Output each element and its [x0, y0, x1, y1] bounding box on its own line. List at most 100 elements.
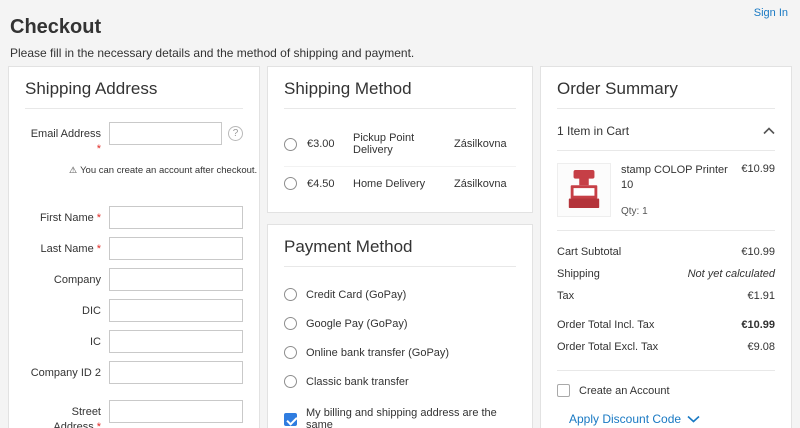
email-note-text: You can create an account after checkout…: [80, 165, 257, 176]
total-value: Not yet calculated: [688, 268, 775, 280]
shipping-method-title: Shipping Method: [284, 79, 516, 109]
company-label-text: Company: [54, 274, 101, 286]
product-qty: Qty: 1: [621, 206, 775, 217]
billing-same-label: My billing and shipping address are the …: [306, 407, 516, 428]
form-field-ic: IC: [25, 330, 243, 353]
create-account-row[interactable]: Create an Account: [557, 371, 775, 399]
company-input[interactable]: [109, 268, 243, 291]
form-field-company: Company: [25, 268, 243, 291]
total-value: €1.91: [747, 290, 775, 302]
ic-label-text: IC: [90, 336, 101, 348]
methods-column: Shipping Method €3.00 Pickup Point Deliv…: [267, 66, 533, 428]
radio-icon[interactable]: [284, 375, 297, 388]
first-name-input[interactable]: [109, 206, 243, 229]
total-row-incl-tax: Order Total Incl. Tax €10.99: [557, 314, 775, 336]
email-label: Email Address *: [25, 122, 101, 157]
total-label: Cart Subtotal: [557, 246, 621, 258]
radio-icon[interactable]: [284, 317, 297, 330]
total-value: €9.08: [747, 341, 775, 353]
street-address-input[interactable]: [109, 400, 243, 423]
shipping-address-title: Shipping Address: [25, 79, 243, 109]
cart-items-toggle[interactable]: 1 Item in Cart: [557, 122, 775, 151]
dic-input[interactable]: [109, 299, 243, 322]
cart-items-count: 1 Item in Cart: [557, 124, 629, 138]
payment-option-label: Classic bank transfer: [306, 376, 409, 388]
ic-input[interactable]: [109, 330, 243, 353]
product-price: €10.99: [741, 163, 775, 193]
total-value: €10.99: [741, 246, 775, 258]
form-field-last-name: Last Name*: [25, 237, 243, 260]
shipping-option-price: €3.00: [307, 138, 353, 150]
help-icon[interactable]: ?: [228, 126, 243, 141]
payment-method-panel: Payment Method Credit Card (GoPay) Googl…: [267, 224, 533, 428]
required-marker: *: [28, 142, 101, 157]
shipping-option-carrier: Zásilkovna: [454, 138, 516, 150]
last-name-input[interactable]: [109, 237, 243, 260]
product-top-row: stamp COLOP Printer 10 €10.99: [621, 163, 775, 193]
payment-option-label: Google Pay (GoPay): [306, 318, 408, 330]
total-label: Order Total Incl. Tax: [557, 319, 654, 331]
apply-discount-link[interactable]: Apply Discount Code: [569, 412, 775, 426]
billing-same-row[interactable]: My billing and shipping address are the …: [284, 407, 516, 428]
page-title: Checkout: [10, 16, 790, 39]
total-row-subtotal: Cart Subtotal €10.99: [557, 241, 775, 263]
ic-label: IC: [25, 330, 101, 350]
dic-label: DIC: [25, 299, 101, 319]
company-id-2-label-text: Company ID 2: [31, 367, 101, 379]
radio-icon[interactable]: [284, 138, 297, 151]
email-label-text: Email Address: [31, 128, 101, 140]
radio-icon[interactable]: [284, 288, 297, 301]
shipping-option-home-delivery[interactable]: €4.50 Home Delivery Zásilkovna: [284, 167, 516, 200]
total-row-shipping: Shipping Not yet calculated: [557, 263, 775, 285]
warning-icon: ⚠: [69, 165, 77, 175]
payment-option-online-bank-transfer[interactable]: Online bank transfer (GoPay): [284, 338, 516, 367]
shipping-option-carrier: Zásilkovna: [454, 178, 516, 190]
email-input[interactable]: [109, 122, 222, 145]
stamp-image: [565, 168, 603, 212]
billing-same-checkbox[interactable]: [284, 413, 297, 426]
email-note: ⚠You can create an account after checkou…: [69, 165, 243, 176]
create-account-label: Create an Account: [579, 385, 670, 397]
cart-item-row: stamp COLOP Printer 10 €10.99 Qty: 1: [557, 151, 775, 231]
shipping-address-panel: Shipping Address Email Address * ? ⚠You c…: [8, 66, 260, 428]
shipping-option-price: €4.50: [307, 178, 353, 190]
form-field-first-name: First Name*: [25, 206, 243, 229]
product-thumbnail: [557, 163, 611, 217]
street-address-label: Street Address*: [25, 400, 101, 428]
page-header: Checkout Please fill in the necessary de…: [0, 16, 800, 66]
email-input-wrap: ?: [109, 122, 243, 145]
apply-discount-label: Apply Discount Code: [569, 412, 681, 426]
shipping-option-pickup-point[interactable]: €3.00 Pickup Point Delivery Zásilkovna: [284, 122, 516, 167]
page-subtitle: Please fill in the necessary details and…: [10, 46, 790, 60]
total-row-excl-tax: Order Total Excl. Tax €9.08: [557, 336, 775, 358]
payment-option-label: Credit Card (GoPay): [306, 289, 406, 301]
total-label: Tax: [557, 290, 574, 302]
top-bar: Sign In: [0, 0, 800, 15]
total-row-tax: Tax €1.91: [557, 285, 775, 307]
form-field-dic: DIC: [25, 299, 243, 322]
required-marker: *: [97, 243, 101, 255]
total-label: Shipping: [557, 268, 600, 280]
company-id-2-input[interactable]: [109, 361, 243, 384]
radio-icon[interactable]: [284, 346, 297, 359]
shipping-method-panel: Shipping Method €3.00 Pickup Point Deliv…: [267, 66, 533, 213]
last-name-label-text: Last Name: [41, 243, 94, 255]
order-summary-title: Order Summary: [557, 79, 775, 109]
payment-option-credit-card[interactable]: Credit Card (GoPay): [284, 280, 516, 309]
radio-icon[interactable]: [284, 177, 297, 190]
chevron-up-icon[interactable]: [763, 124, 775, 138]
payment-option-google-pay[interactable]: Google Pay (GoPay): [284, 309, 516, 338]
chevron-down-icon: [687, 412, 700, 426]
payment-option-classic-bank-transfer[interactable]: Classic bank transfer: [284, 367, 516, 396]
required-marker: *: [97, 212, 101, 224]
shipping-option-method: Pickup Point Delivery: [353, 132, 454, 156]
sign-in-link[interactable]: Sign In: [754, 7, 788, 19]
first-name-label: First Name*: [25, 206, 101, 226]
street-address-label-text: Street Address: [53, 406, 101, 428]
product-info: stamp COLOP Printer 10 €10.99 Qty: 1: [621, 163, 775, 217]
form-field-company-id-2: Company ID 2: [25, 361, 243, 384]
create-account-checkbox[interactable]: [557, 384, 570, 397]
dic-label-text: DIC: [82, 305, 101, 317]
required-marker: *: [97, 421, 101, 428]
total-value: €10.99: [741, 319, 775, 331]
